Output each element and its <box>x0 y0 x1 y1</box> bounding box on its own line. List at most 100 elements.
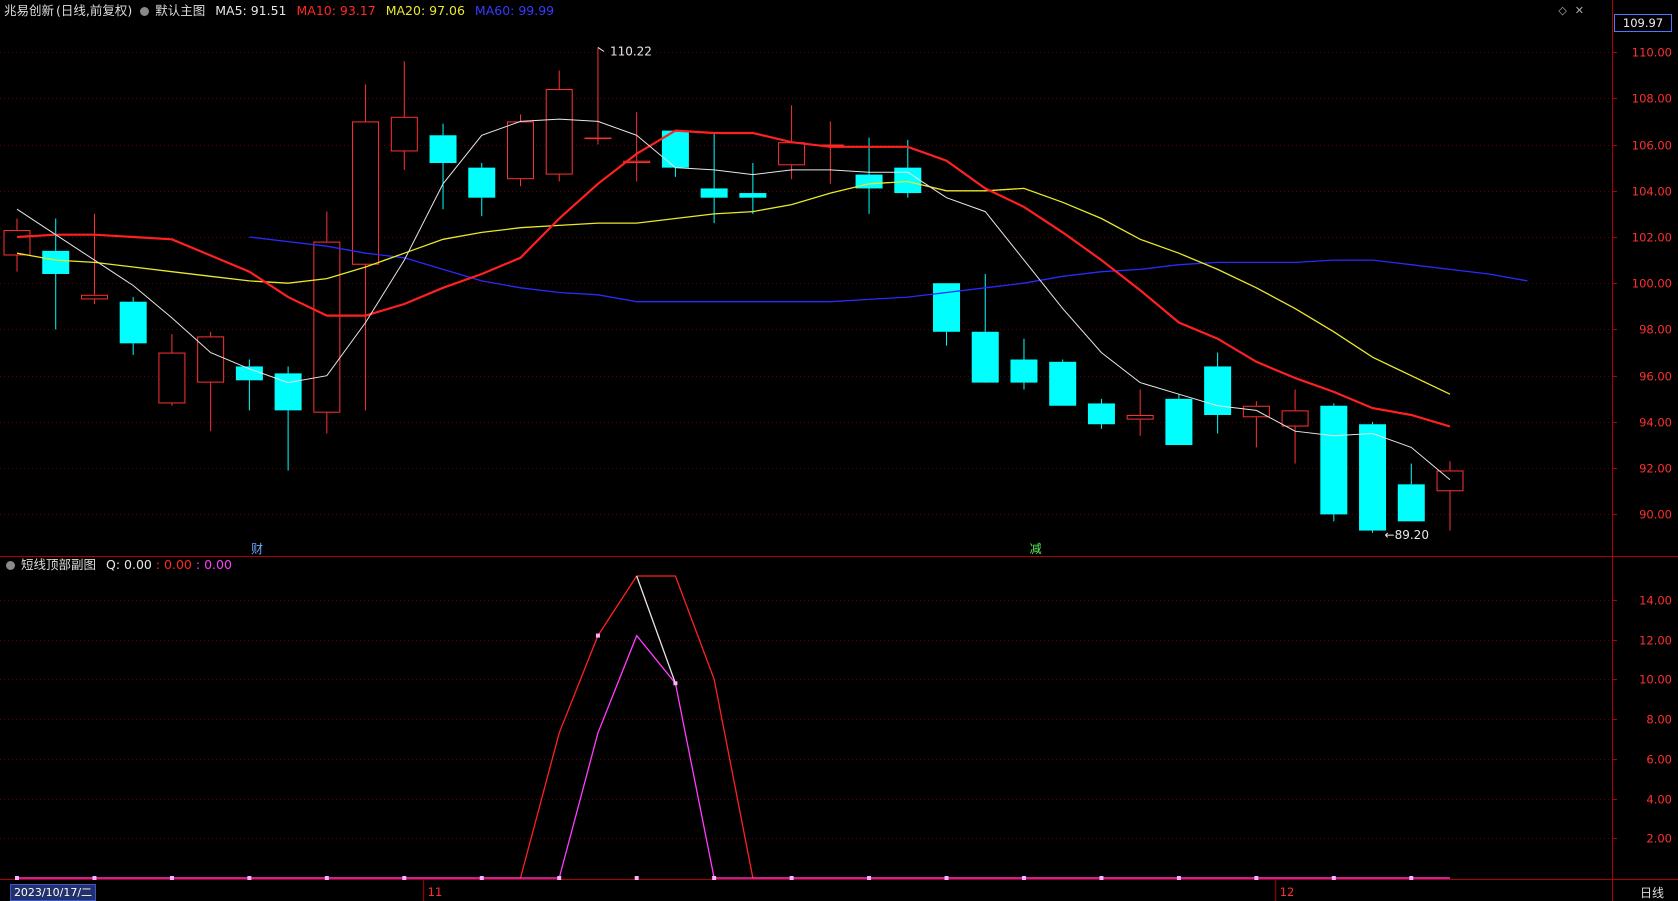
sub-tick-label: 12.00 <box>1639 634 1672 648</box>
candle-body-down <box>429 135 457 164</box>
main-tick-label: 108.00 <box>1632 92 1672 106</box>
sub-baseline-dot <box>1021 876 1026 880</box>
current-price-box: 109.97 <box>1614 14 1672 32</box>
candle-body-down <box>1165 398 1193 446</box>
ma5-readout: MA5: 91.51 <box>215 3 287 18</box>
sub-tick-label: 4.00 <box>1646 793 1672 807</box>
candle-body-up <box>584 137 612 140</box>
reduction-event-marker: 减 <box>1030 542 1042 556</box>
candle-body-up <box>1436 470 1464 492</box>
sub-baseline-dot <box>247 876 252 880</box>
indicator-toggle-icon[interactable] <box>6 561 15 570</box>
ma60-readout: MA60: 99.99 <box>474 3 555 18</box>
low-price-label: ←89.20 <box>1385 528 1429 542</box>
sub-baseline-dot <box>867 876 872 880</box>
candle-body-down <box>700 188 728 198</box>
sub-baseline-dot <box>1254 876 1259 880</box>
sub-peak-dot <box>673 681 678 686</box>
main-tick-label: 96.00 <box>1639 370 1672 384</box>
sub-baseline-dot <box>92 876 97 880</box>
period-label[interactable]: 日线 <box>1640 884 1664 901</box>
main-tick-label: 104.00 <box>1632 185 1672 199</box>
main-tick-label: 106.00 <box>1632 139 1672 153</box>
sub-baseline-dot <box>1099 876 1104 880</box>
sub-tick-label: 14.00 <box>1639 594 1672 608</box>
candle-body-up <box>313 241 341 413</box>
date-cursor-label: 2023/10/17/二 <box>10 884 96 901</box>
candle-body-down <box>739 193 767 198</box>
ma5-line <box>16 118 1451 481</box>
sub-red-line <box>17 575 1451 879</box>
ma20-readout: MA20: 97.06 <box>385 3 465 18</box>
candle-body-down <box>468 167 496 198</box>
sub-baseline-dot <box>634 876 639 880</box>
candle-body-down <box>1320 405 1348 515</box>
sub-baseline-dot <box>479 876 484 880</box>
sub-white-line <box>636 575 677 684</box>
sub-baseline-dot <box>324 876 329 880</box>
candle-body-down <box>1359 424 1387 531</box>
main-chart-header: 兆易创新 (日线,前复权) 默认主图 MA5: 91.51 MA10: 93.17 … <box>4 2 560 20</box>
main-tick-label: 94.00 <box>1639 416 1672 430</box>
main-tick-label: 90.00 <box>1639 508 1672 522</box>
indicator-red-value: : 0.00 <box>155 557 192 572</box>
sub-baseline-dot <box>169 876 174 880</box>
candle-body-down <box>119 301 147 344</box>
sub-tick-label: 8.00 <box>1646 713 1672 727</box>
candle-body-up <box>778 142 806 166</box>
sub-magenta-line <box>17 634 1451 879</box>
finance-event-marker: 财 <box>251 542 263 556</box>
sub-baseline-dot <box>789 876 794 880</box>
kline-chart-window[interactable]: 90.00 92.00 94.00 96.00 98.00 100.00 102.00 104… <box>0 0 1678 901</box>
sub-baseline-dot <box>944 876 949 880</box>
sub-baseline-dot <box>712 876 717 880</box>
ma20-line <box>16 180 1451 395</box>
month-label: 12 <box>1280 885 1295 899</box>
sub-baseline-dot <box>1176 876 1181 880</box>
candle-body-up <box>506 121 534 180</box>
diamond-icon[interactable]: ◇ <box>1558 4 1566 17</box>
stock-name[interactable]: 兆易创新 <box>4 3 54 18</box>
sub-baseline-dot <box>557 876 562 880</box>
ma10-readout: MA10: 93.17 <box>296 3 376 18</box>
main-tick-label: 100.00 <box>1632 277 1672 291</box>
sub-chart-header: 短线顶部副图 Q: 0.00: 0.00: 0.00 <box>4 556 238 574</box>
indicator-name[interactable]: 短线顶部副图 <box>21 557 96 572</box>
chart-canvas[interactable]: 90.00 92.00 94.00 96.00 98.00 100.00 102.00 104… <box>0 0 1678 901</box>
candle-body-down <box>933 283 961 332</box>
indicator-magenta-value: : 0.00 <box>195 557 232 572</box>
main-tick-label: 102.00 <box>1632 231 1672 245</box>
sub-baseline-dot <box>1331 876 1336 880</box>
candle-body-up <box>390 116 418 152</box>
candle-body-up <box>545 89 573 175</box>
candle-body-up <box>1126 414 1154 420</box>
candle-body-down <box>894 167 922 194</box>
month-label: 11 <box>428 885 443 899</box>
candle-body-up <box>1281 410 1309 427</box>
sub-baseline-dot <box>15 876 19 880</box>
candle-body-down <box>42 250 70 274</box>
main-tick-label: 92.00 <box>1639 462 1672 476</box>
sub-tick-label: 2.00 <box>1646 832 1672 846</box>
chart-mode[interactable]: (日线,前复权) <box>56 3 132 18</box>
sub-peak-dot <box>595 633 600 638</box>
indicator-q-value: Q: 0.00 <box>106 557 152 572</box>
candle-body-down <box>1087 403 1115 425</box>
ma60-line <box>249 236 1528 303</box>
candle-body-down <box>1397 484 1425 522</box>
candle-body-up <box>352 121 380 265</box>
candle-body-up <box>80 294 108 300</box>
template-name[interactable]: 默认主图 <box>155 3 205 18</box>
sub-baseline-dot <box>402 876 407 880</box>
candle-body-up <box>158 352 186 404</box>
sub-tick-label: 6.00 <box>1646 753 1672 767</box>
chart-corner-controls: ◇ ✕ <box>1550 4 1584 17</box>
candle-body-down <box>1049 361 1077 406</box>
candle-body-up <box>3 230 31 256</box>
template-toggle-icon[interactable] <box>140 7 150 16</box>
high-price-arrow <box>597 47 605 52</box>
main-tick-label: 110.00 <box>1632 46 1672 60</box>
close-icon[interactable]: ✕ <box>1575 4 1584 17</box>
main-tick-label: 98.00 <box>1639 323 1672 337</box>
sub-baseline-dot <box>1409 876 1414 880</box>
